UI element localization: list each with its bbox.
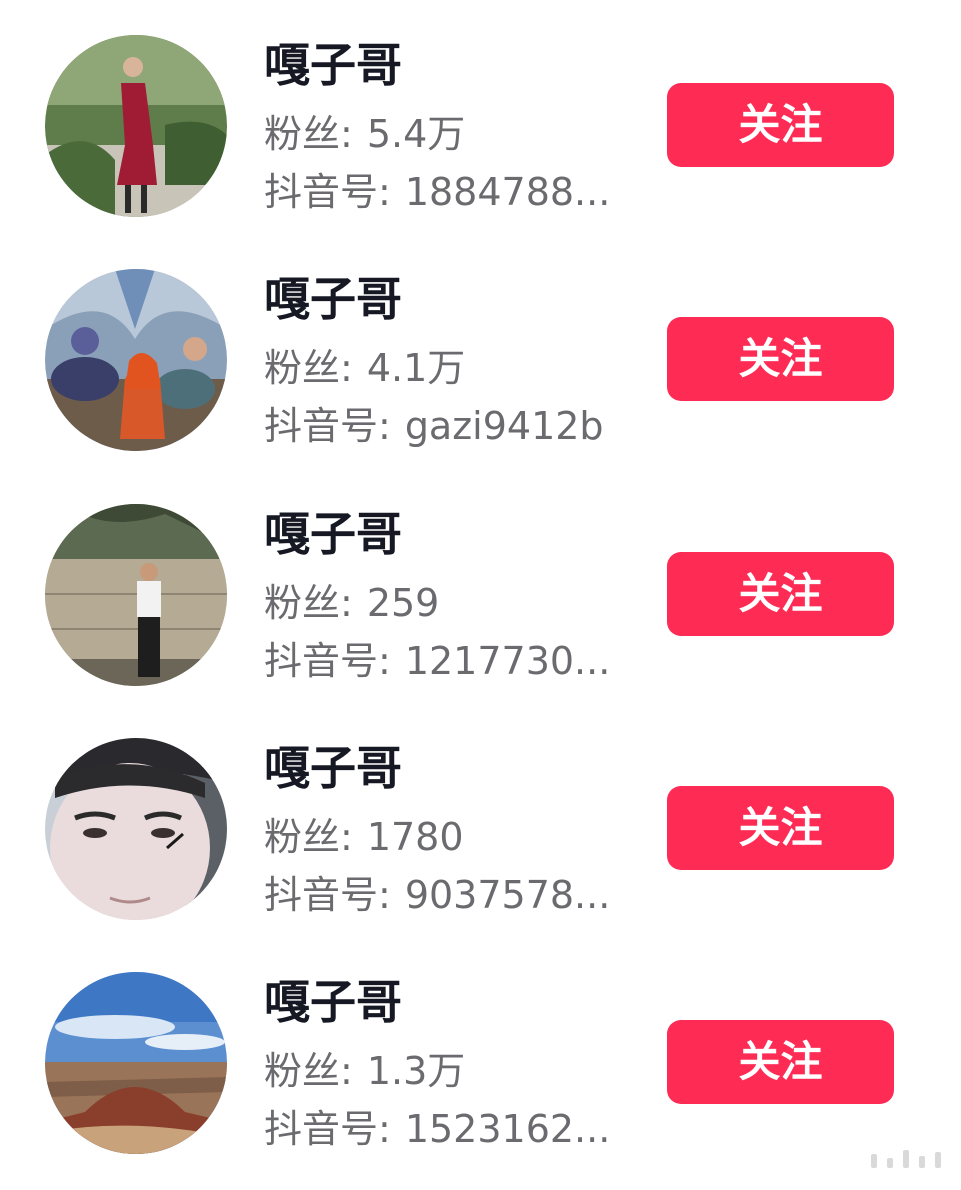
fans-value: 5.4万 [366, 112, 466, 156]
avatar-woman-red-dress-icon [45, 35, 227, 217]
douyin-id-value: 1884788... [404, 170, 611, 214]
fans-count: 粉丝: 4.1万 [264, 345, 465, 391]
fans-value: 4.1万 [366, 346, 466, 390]
user-list-item[interactable]: 嘎子哥 粉丝: 4.1万 抖音号: gazi9412b 关注 [0, 269, 961, 469]
fans-count: 粉丝: 259 [264, 580, 439, 626]
avatar[interactable] [45, 738, 227, 920]
user-name: 嘎子哥 [264, 272, 402, 326]
douyin-id: 抖音号: 1523162... [264, 1106, 610, 1152]
user-name: 嘎子哥 [264, 975, 402, 1029]
user-list-item[interactable]: 嘎子哥 粉丝: 259 抖音号: 1217730... 关注 [0, 504, 961, 704]
douyin-id-label: 抖音号: [264, 1107, 391, 1151]
follow-button[interactable]: 关注 [667, 1020, 894, 1104]
follow-button[interactable]: 关注 [667, 552, 894, 636]
douyin-id: 抖音号: gazi9412b [264, 403, 604, 449]
avatar-man-by-wall-icon [45, 504, 227, 686]
fans-value: 1.3万 [366, 1049, 466, 1093]
douyin-id-label: 抖音号: [264, 170, 391, 214]
avatar[interactable] [45, 35, 227, 217]
user-name: 嘎子哥 [264, 507, 402, 561]
douyin-id: 抖音号: 1884788... [264, 169, 610, 215]
douyin-id-label: 抖音号: [264, 404, 391, 448]
douyin-id-value: 1217730... [404, 639, 611, 683]
user-list-item[interactable]: 嘎子哥 粉丝: 1.3万 抖音号: 1523162... 关注 [0, 972, 961, 1172]
avatar[interactable] [45, 504, 227, 686]
douyin-id: 抖音号: 1217730... [264, 638, 610, 684]
user-search-result-list: 嘎子哥 粉丝: 5.4万 抖音号: 1884788... 关注 嘎子哥 粉丝: … [0, 0, 961, 1190]
user-list-item[interactable]: 嘎子哥 粉丝: 5.4万 抖音号: 1884788... 关注 [0, 35, 961, 235]
fans-label: 粉丝: [264, 581, 353, 625]
douyin-id-label: 抖音号: [264, 639, 391, 683]
douyin-id-value: 1523162... [404, 1107, 611, 1151]
fans-label: 粉丝: [264, 1049, 353, 1093]
user-name: 嘎子哥 [264, 741, 402, 795]
fans-label: 粉丝: [264, 112, 353, 156]
avatar-face-closeup-icon [45, 738, 227, 920]
douyin-id-label: 抖音号: [264, 873, 391, 917]
douyin-id-value: 9037578... [404, 873, 611, 917]
fans-count: 粉丝: 1780 [264, 814, 464, 860]
follow-button[interactable]: 关注 [667, 317, 894, 401]
douyin-id: 抖音号: 9037578... [264, 872, 610, 918]
user-name: 嘎子哥 [264, 38, 402, 92]
fans-value: 1780 [366, 815, 464, 859]
follow-button[interactable]: 关注 [667, 786, 894, 870]
avatar[interactable] [45, 269, 227, 451]
watermark-marks [871, 1150, 941, 1168]
fans-label: 粉丝: [264, 346, 353, 390]
fans-count: 粉丝: 1.3万 [264, 1048, 465, 1094]
follow-button[interactable]: 关注 [667, 83, 894, 167]
fans-label: 粉丝: [264, 815, 353, 859]
fans-value: 259 [366, 581, 440, 625]
avatar-anime-bikers-icon [45, 269, 227, 451]
avatar[interactable] [45, 972, 227, 1154]
avatar-landscape-mountain-icon [45, 972, 227, 1154]
fans-count: 粉丝: 5.4万 [264, 111, 465, 157]
douyin-id-value: gazi9412b [404, 404, 604, 448]
user-list-item[interactable]: 嘎子哥 粉丝: 1780 抖音号: 9037578... 关注 [0, 738, 961, 938]
